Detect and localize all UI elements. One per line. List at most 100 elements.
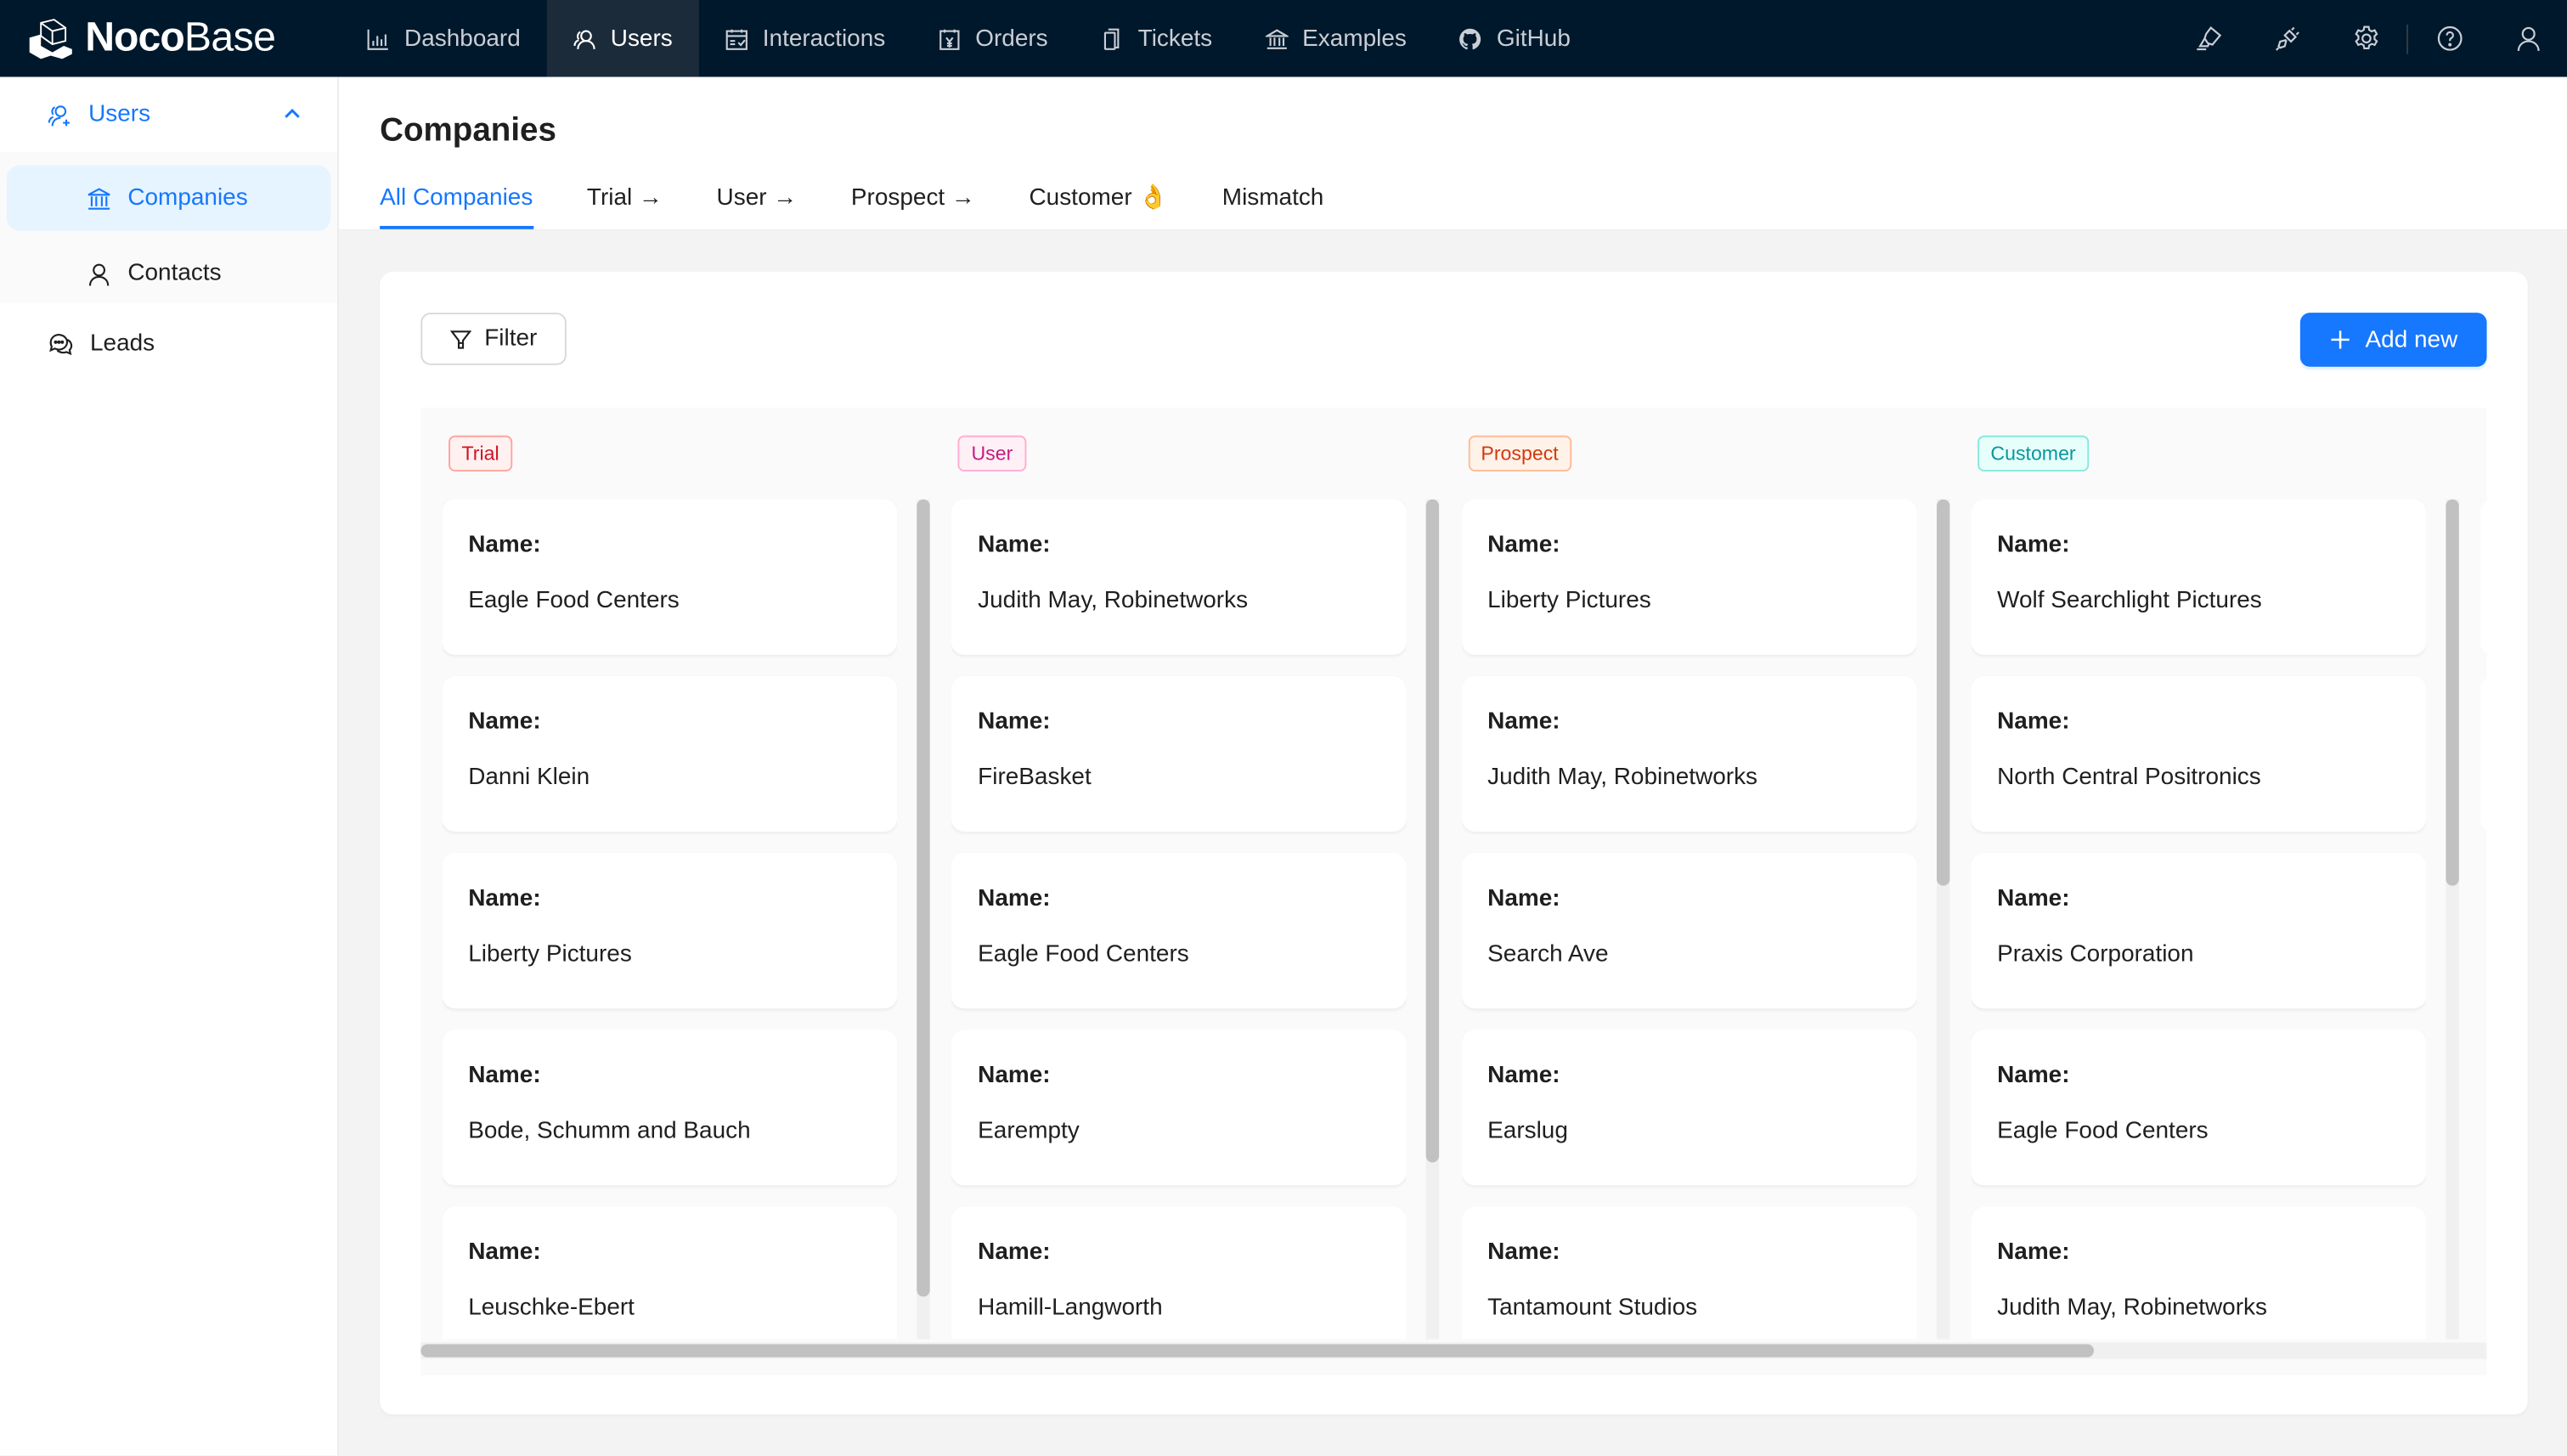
chevron-up-icon	[285, 109, 300, 118]
plus-icon	[2331, 330, 2350, 349]
card-field-value: Eagle Food Centers	[1997, 1118, 2209, 1145]
top-nav-menu: Dashboard Users Interactions Orders Tick…	[341, 0, 1597, 77]
kanban-card-list: Name: Eagle Food Centers Name: Danni Klein N…	[442, 499, 898, 1340]
column-vertical-scrollbar[interactable]	[917, 499, 930, 1340]
sidebar-item-label: Contacts	[127, 260, 222, 287]
nav-item-label: Dashboard	[404, 25, 521, 52]
horizontal-scrollbar-thumb[interactable]	[420, 1344, 2095, 1357]
kanban-column-trial: Trial Name: Eagle Food Centers Name: Danni K…	[420, 408, 930, 1342]
nav-item-orders[interactable]: Orders	[911, 0, 1074, 77]
card-field-label: Name:	[468, 532, 541, 559]
card-field-value: Hamill-Langworth	[978, 1295, 1163, 1322]
nav-item-interactions[interactable]: Interactions	[699, 0, 911, 77]
card-field-label: Name:	[468, 1239, 541, 1266]
kanban-card[interactable]: Name: FireBasket	[951, 675, 1408, 832]
sidebar-submenu: Companies Contacts	[0, 152, 338, 303]
logo-text-bold: Noco	[85, 14, 185, 61]
column-tag: User	[958, 435, 1026, 472]
nav-item-dashboard[interactable]: Dashboard	[341, 0, 547, 77]
tab-customer[interactable]: Customer 👌	[1029, 180, 1168, 229]
nav-item-github[interactable]: GitHub	[1433, 0, 1597, 77]
user-menu-button[interactable]	[2488, 0, 2567, 77]
kanban-card[interactable]: Name: Eagle Food Centers	[442, 499, 898, 655]
kanban-card[interactable]: Name: North Central Positronics	[1971, 675, 2427, 832]
kanban-card[interactable]: Name: Leuschke-Ebert	[442, 1206, 898, 1340]
kanban-card[interactable]: Name: Wolf Searchlight Pictures	[1971, 499, 2427, 655]
column-scrollbar-thumb[interactable]	[917, 499, 930, 1298]
filter-button[interactable]: Filter	[420, 313, 567, 365]
kanban-card[interactable]: Name: Tantamount Studios	[1461, 1206, 1917, 1340]
github-icon	[1459, 27, 1481, 49]
page-tabs: All Companies Trial → User → Prospect → …	[380, 180, 1378, 229]
kanban-card[interactable]: Name: Eagle Food Centers	[1971, 1030, 2427, 1186]
kanban-card[interactable]: Name: Bode, Schumm and Bauch	[442, 1030, 898, 1186]
kanban-card[interactable]: Name: Earslug	[1461, 1030, 1917, 1186]
filter-icon	[449, 330, 471, 348]
help-button[interactable]	[2410, 0, 2489, 77]
add-new-button[interactable]: Add new	[2299, 313, 2487, 367]
kanban-card[interactable]: Name: Judith May, Robinetworks	[1971, 1206, 2427, 1340]
column-vertical-scrollbar[interactable]	[2446, 499, 2459, 1340]
card-field-label: Name:	[1487, 1062, 1560, 1089]
logo[interactable]: Noco Base	[0, 0, 314, 77]
card-field-label: Name:	[978, 885, 1051, 912]
card-field-label: Name:	[1997, 1062, 2070, 1089]
tab-user[interactable]: User →	[717, 180, 798, 229]
card-field-label: Name:	[1997, 1239, 2070, 1266]
kanban-card[interactable]: Name: Praxis Corporation	[1971, 853, 2427, 1009]
horizontal-scrollbar[interactable]	[420, 1342, 2487, 1359]
card-field-label: Name:	[1487, 708, 1560, 736]
column-vertical-scrollbar[interactable]	[1426, 499, 1440, 1340]
column-tag: Prospect	[1468, 435, 1572, 472]
user-icon	[88, 262, 110, 285]
kanban-card[interactable]: Name: Liberty Pictures	[442, 853, 898, 1009]
card-field-value: Bode, Schumm and Bauch	[468, 1118, 751, 1145]
calendar-yen-icon	[939, 28, 960, 49]
card-field-value: Liberty Pictures	[1487, 587, 1651, 614]
kanban-card-list: Name: Wolf Searchlight Pictures Name: North…	[1971, 499, 2427, 1340]
bank-icon	[1264, 28, 1288, 48]
sidebar-item-contacts[interactable]: Contacts	[7, 240, 331, 306]
kanban-column-customer: Customer Name: Wolf Searchlight Pictures Na…	[1949, 408, 2459, 1342]
plugin-manager-button[interactable]	[2248, 0, 2327, 77]
kanban-card[interactable]: Name: Earempty	[951, 1030, 1408, 1186]
tab-all-companies[interactable]: All Companies	[380, 180, 533, 229]
kanban-card-peek[interactable]	[2480, 675, 2487, 832]
nav-item-examples[interactable]: Examples	[1238, 0, 1433, 77]
card-field-label: Name:	[978, 1239, 1051, 1266]
kanban-card[interactable]: Name: Eagle Food Centers	[951, 853, 1408, 1009]
nav-item-label: Users	[610, 25, 673, 52]
sidebar-item-leads[interactable]: Leads	[0, 303, 337, 385]
column-scrollbar-thumb[interactable]	[1936, 499, 1949, 886]
kanban-card[interactable]: Name: Search Ave	[1461, 853, 1917, 1009]
column-scrollbar-thumb[interactable]	[2446, 499, 2459, 886]
nav-item-tickets[interactable]: Tickets	[1075, 0, 1238, 77]
kanban-card[interactable]: Name: Liberty Pictures	[1461, 499, 1917, 655]
calendar-check-icon	[725, 28, 748, 49]
column-scrollbar-thumb[interactable]	[1426, 499, 1440, 1163]
card-field-label: Name:	[468, 1062, 541, 1089]
nav-item-users[interactable]: Users	[546, 0, 699, 77]
tab-mismatch[interactable]: Mismatch	[1222, 180, 1324, 229]
card-field-value: Liberty Pictures	[468, 941, 632, 968]
kanban-card[interactable]: Name: Judith May, Robinetworks	[951, 499, 1408, 655]
column-vertical-scrollbar[interactable]	[1936, 499, 1949, 1340]
settings-button[interactable]	[2327, 0, 2406, 77]
kanban-card[interactable]: Name: Judith May, Robinetworks	[1461, 675, 1917, 832]
kanban-card[interactable]: Name: Danni Klein	[442, 675, 898, 832]
kanban-card-peek[interactable]	[2480, 499, 2487, 655]
card-field-label: Name:	[1487, 532, 1560, 559]
app-root: Noco Base Dashboard Users Interactions Or…	[0, 0, 2567, 1456]
top-navbar: Noco Base Dashboard Users Interactions Or…	[0, 0, 2567, 77]
tab-prospect[interactable]: Prospect →	[851, 180, 975, 229]
card-field-label: Name:	[978, 532, 1051, 559]
card-field-label: Name:	[468, 885, 541, 912]
kanban-card[interactable]: Name: Hamill-Langworth	[951, 1206, 1408, 1340]
tab-trial[interactable]: Trial →	[587, 180, 663, 229]
sidebar-group-users[interactable]: Users	[0, 77, 337, 153]
comments-icon	[49, 334, 73, 356]
sidebar-item-companies[interactable]: Companies	[6, 165, 331, 231]
nav-item-label: Examples	[1302, 25, 1407, 52]
page-title: Companies	[380, 112, 556, 150]
ui-editor-button[interactable]	[2169, 0, 2248, 77]
